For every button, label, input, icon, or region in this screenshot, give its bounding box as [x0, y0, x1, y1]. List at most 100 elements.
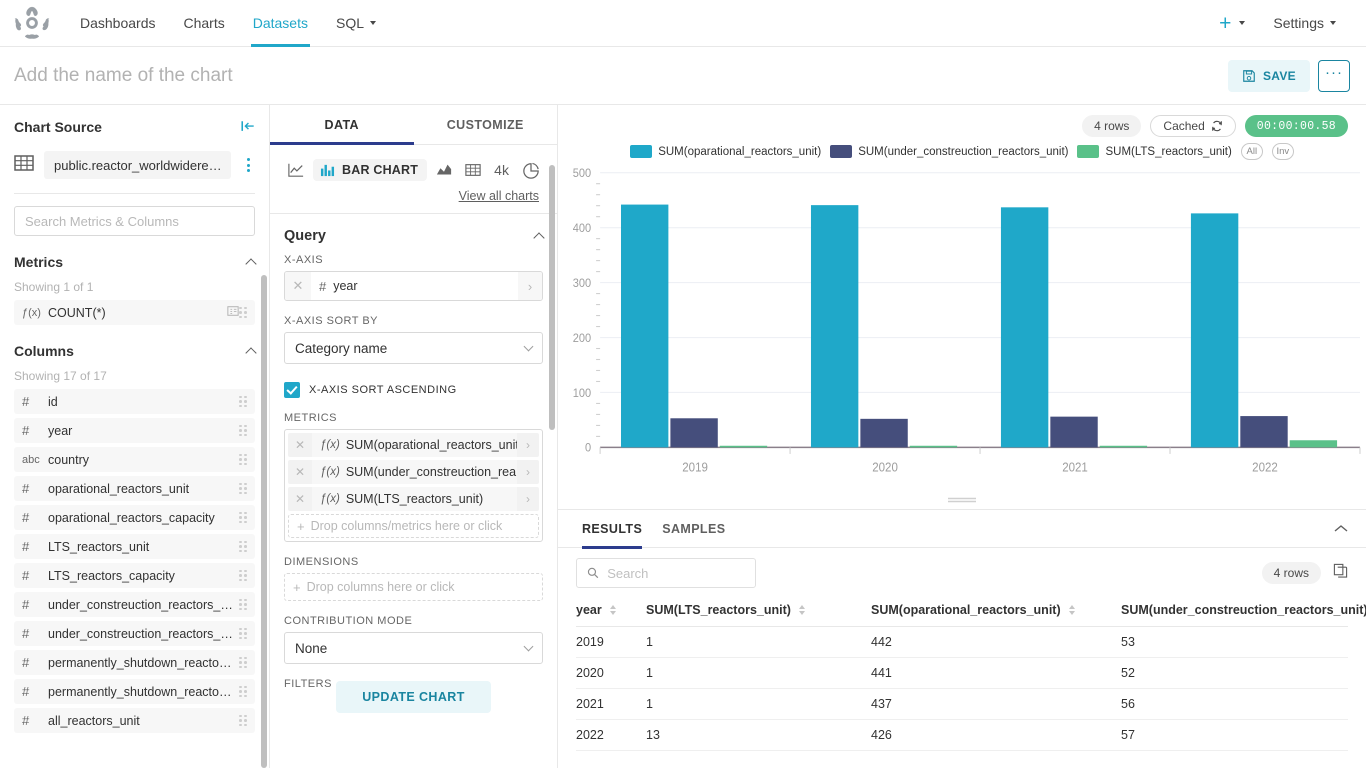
drag-handle-icon[interactable] — [239, 685, 249, 698]
tab-data[interactable]: DATA — [270, 105, 414, 145]
table-column-header[interactable]: year — [576, 596, 646, 627]
metrics-section-header[interactable]: Metrics — [14, 240, 257, 276]
metric-pill[interactable]: ✕ ƒ(x) SUM(under_constreuction_rea… › — [288, 460, 539, 484]
nav-item-dashboards[interactable]: Dashboards — [66, 0, 170, 47]
table-row[interactable]: 2022 13 426 57 — [576, 719, 1348, 751]
table-column-header[interactable]: SUM(LTS_reactors_unit) — [646, 596, 871, 627]
table-icon[interactable] — [460, 157, 485, 183]
x-axis-sort-ascending-checkbox[interactable]: X-AXIS SORT ASCENDING — [270, 378, 557, 412]
dataset-menu-icon[interactable] — [241, 158, 255, 172]
save-button[interactable]: SAVE — [1228, 59, 1310, 92]
nav-item-charts[interactable]: Charts — [170, 0, 239, 47]
new-item-button[interactable]: + — [1203, 0, 1259, 47]
more-options-button[interactable]: ··· — [1318, 59, 1350, 92]
update-chart-button[interactable]: UPDATE CHART — [336, 681, 491, 713]
chevron-up-icon[interactable] — [533, 231, 545, 244]
drag-handle-icon[interactable] — [239, 453, 249, 466]
sort-icon[interactable] — [798, 605, 805, 615]
column-item[interactable]: # under_constreuction_reactors_… — [14, 621, 255, 646]
column-item[interactable]: # LTS_reactors_unit — [14, 534, 255, 559]
metrics-dropzone[interactable]: + Drop columns/metrics here or click — [288, 514, 539, 538]
drag-handle-icon[interactable] — [239, 540, 249, 553]
results-search-box[interactable] — [576, 558, 756, 588]
remove-icon[interactable]: ✕ — [288, 460, 312, 484]
drag-handle-icon[interactable] — [239, 569, 249, 582]
line-chart-icon[interactable] — [284, 157, 309, 183]
viz-type-bar-chart[interactable]: BAR CHART — [312, 159, 428, 181]
dataset-name[interactable]: public.reactor_worldwidere… — [44, 151, 231, 179]
drag-handle-icon[interactable] — [239, 656, 249, 669]
column-item[interactable]: # permanently_shutdown_reacto… — [14, 679, 255, 704]
column-item[interactable]: # year — [14, 418, 255, 443]
area-chart-icon[interactable] — [431, 157, 456, 183]
nav-item-datasets[interactable]: Datasets — [239, 0, 322, 47]
superset-logo-icon[interactable] — [14, 5, 50, 41]
drag-handle-icon[interactable] — [239, 627, 249, 640]
chevron-up-icon[interactable] — [245, 346, 257, 359]
table-row[interactable]: 2020 1 441 52 — [576, 657, 1348, 689]
big-number-icon[interactable]: 4k — [489, 157, 514, 183]
drag-handle-icon[interactable] — [239, 424, 249, 437]
sort-icon[interactable] — [609, 605, 616, 615]
chevron-right-icon[interactable]: › — [517, 487, 539, 511]
nav-item-sql[interactable]: SQL — [322, 0, 390, 47]
results-search-input[interactable] — [607, 565, 745, 581]
remove-icon[interactable]: ✕ — [288, 433, 312, 457]
tab-customize[interactable]: CUSTOMIZE — [414, 105, 558, 144]
drag-handle-icon[interactable] — [239, 395, 249, 408]
table-column-header[interactable]: SUM(oparational_reactors_unit) — [871, 596, 1121, 627]
table-column-header[interactable]: SUM(under_constreuction_reactors_unit) — [1121, 596, 1366, 627]
chevron-right-icon[interactable]: › — [518, 272, 542, 300]
column-item[interactable]: # all_reactors_unit — [14, 708, 255, 733]
column-item[interactable]: # under_constreuction_reactors_… — [14, 592, 255, 617]
chevron-right-icon[interactable]: › — [517, 460, 539, 484]
column-item[interactable]: abc country — [14, 447, 255, 472]
drag-handle-icon[interactable] — [239, 714, 249, 727]
control-panel-scrollbar[interactable] — [549, 165, 555, 430]
query-section-header[interactable]: Query — [270, 214, 557, 254]
legend-item-1[interactable]: SUM(under_constreuction_reactors_unit) — [830, 145, 1068, 158]
sort-icon[interactable] — [1068, 605, 1075, 615]
chevron-up-icon[interactable] — [245, 257, 257, 270]
column-item[interactable]: # oparational_reactors_capacity — [14, 505, 255, 530]
legend-item-0[interactable]: SUM(oparational_reactors_unit) — [630, 145, 821, 158]
drag-handle-icon[interactable] — [239, 511, 249, 524]
legend-item-2[interactable]: SUM(LTS_reactors_unit) — [1077, 145, 1232, 158]
drag-handle-icon[interactable] — [239, 482, 249, 495]
x-axis-sort-by-select[interactable]: Category name — [284, 332, 543, 364]
metric-item-count[interactable]: ƒ(x) COUNT(*) — [14, 300, 255, 325]
collapse-left-icon[interactable] — [241, 120, 255, 135]
search-metrics-columns-input[interactable] — [14, 206, 255, 236]
x-axis-pill[interactable]: ✕ # year › — [284, 271, 543, 301]
tab-results[interactable]: RESULTS — [572, 510, 652, 549]
view-all-charts-link[interactable]: View all charts — [270, 183, 557, 213]
collapse-results-button[interactable] — [1334, 520, 1348, 538]
bar-chart-plot[interactable]: 0 100 200 300 400 500 2019 2020 2021 2022 — [558, 164, 1366, 491]
drag-handle-icon[interactable] — [239, 598, 249, 611]
datasource-scrollbar[interactable] — [261, 275, 267, 768]
legend-invert-button[interactable]: Inv — [1271, 143, 1294, 160]
copy-icon[interactable] — [1333, 563, 1348, 583]
chart-title-input[interactable]: Add the name of the chart — [14, 65, 233, 87]
column-item[interactable]: # permanently_shutdown_reacto… — [14, 650, 255, 675]
columns-section-header[interactable]: Columns — [14, 329, 257, 365]
column-item[interactable]: # id — [14, 389, 255, 414]
table-row[interactable]: 2021 1 437 56 — [576, 688, 1348, 720]
dimensions-dropzone[interactable]: + Drop columns here or click — [284, 573, 543, 601]
nav-item-settings[interactable]: Settings — [1259, 0, 1350, 47]
cached-badge[interactable]: Cached — [1150, 115, 1236, 137]
pie-chart-icon[interactable] — [518, 157, 543, 183]
metric-pill[interactable]: ✕ ƒ(x) SUM(oparational_reactors_unit) › — [288, 433, 539, 457]
metric-pill[interactable]: ✕ ƒ(x) SUM(LTS_reactors_unit) › — [288, 487, 539, 511]
contribution-mode-select[interactable]: None — [284, 632, 543, 664]
column-item[interactable]: # oparational_reactors_unit — [14, 476, 255, 501]
chevron-right-icon[interactable]: › — [517, 433, 539, 457]
tab-samples[interactable]: SAMPLES — [652, 510, 735, 548]
table-row[interactable]: 2019 1 442 53 — [576, 626, 1348, 658]
remove-icon[interactable]: ✕ — [285, 272, 311, 300]
remove-icon[interactable]: ✕ — [288, 487, 312, 511]
pane-resize-handle[interactable] — [946, 496, 978, 504]
column-item[interactable]: # LTS_reactors_capacity — [14, 563, 255, 588]
drag-handle-icon[interactable] — [239, 306, 249, 319]
legend-select-all-button[interactable]: All — [1240, 143, 1263, 160]
